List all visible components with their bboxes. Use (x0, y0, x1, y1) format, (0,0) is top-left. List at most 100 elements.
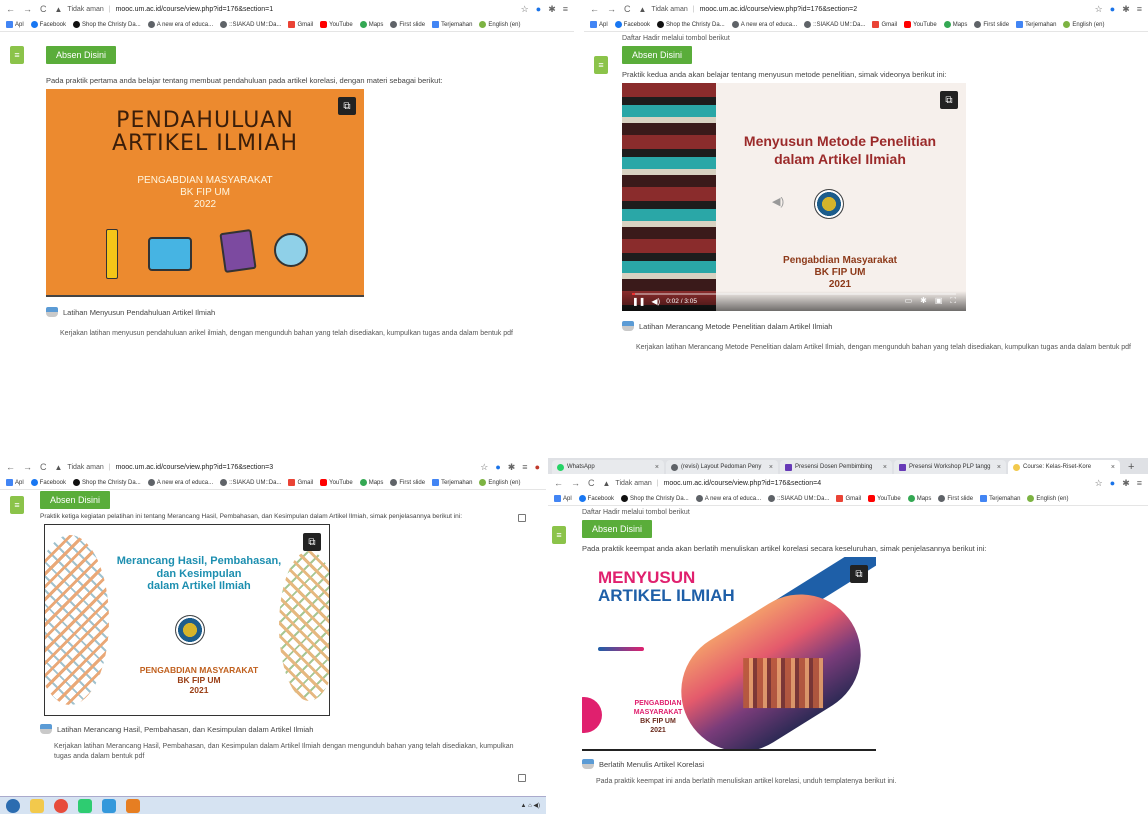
menu-icon[interactable]: ≡ (522, 462, 527, 473)
reload-icon[interactable]: C (624, 4, 631, 14)
star-icon[interactable]: ☆ (480, 462, 488, 473)
new-tab-icon[interactable]: + (1122, 460, 1140, 474)
bookmark-facebook[interactable]: Facebook (30, 479, 66, 486)
slide-image-merancang-hasil[interactable]: Merancang Hasil, Pembahasan, dan Kesimpul… (44, 524, 330, 716)
tab-layout-pedoman[interactable]: (revisi) Layout Pedoman Peny × (666, 460, 778, 474)
word-icon[interactable] (102, 798, 116, 813)
chrome-icon[interactable] (54, 798, 68, 813)
forward-icon[interactable]: → (607, 4, 616, 14)
open-external-icon[interactable]: ⧉ (940, 91, 958, 109)
bookmark-english[interactable]: English (en) (479, 479, 520, 486)
bookmark-facebook[interactable]: Facebook (614, 21, 650, 28)
close-icon[interactable]: × (1111, 464, 1115, 471)
back-icon[interactable]: ← (6, 4, 15, 14)
menu-icon[interactable]: ≡ (563, 4, 568, 15)
bookmark-apps[interactable]: Apl (6, 21, 24, 28)
absen-button[interactable]: Absen Disini (46, 46, 117, 64)
open-external-icon[interactable]: ⧉ (338, 97, 356, 115)
star-icon[interactable]: ☆ (521, 4, 529, 15)
puzzle-icon[interactable]: ✱ (508, 462, 516, 473)
tab-whatsapp[interactable]: WhatsApp × (552, 460, 664, 474)
star-icon[interactable]: ☆ (1095, 478, 1103, 489)
back-icon[interactable]: ← (6, 462, 15, 472)
bookmark-shop[interactable]: Shop the Christy Da... (657, 21, 725, 28)
bookmark-terjemahan[interactable]: Terjemahan (980, 495, 1020, 502)
bookmark-terjemahan[interactable]: Terjemahan (432, 479, 472, 486)
bookmark-terjemahan[interactable]: Terjemahan (1016, 21, 1056, 28)
bookmark-shop[interactable]: Shop the Christy Da... (73, 479, 141, 486)
bookmark-apps[interactable]: Apl (590, 21, 608, 28)
forward-icon[interactable]: → (571, 478, 580, 488)
activity-link[interactable]: Berlatih Menulis Artikel Korelasi (582, 759, 1148, 769)
reload-icon[interactable]: C (40, 462, 47, 472)
tab-presensi-dosen[interactable]: Presensi Dosen Pembimbing × (780, 460, 892, 474)
address-bar[interactable]: ▲ Tidak aman | mooc.um.ac.id/course/view… (603, 479, 1087, 488)
powerpoint-icon[interactable] (126, 798, 140, 813)
bookmark-siakad[interactable]: ::SIAKAD UM::Da... (220, 479, 281, 486)
bookmark-maps[interactable]: Maps (943, 21, 967, 28)
bookmark-new-era[interactable]: A new era of educa... (147, 479, 213, 486)
fullscreen-icon[interactable]: ⛶ (950, 296, 956, 306)
reload-icon[interactable]: C (588, 478, 595, 488)
extension-icon[interactable]: ● (1110, 4, 1115, 15)
close-icon[interactable]: × (769, 464, 773, 471)
bookmark-gmail[interactable]: Gmail (288, 479, 313, 486)
extension-icon[interactable]: ● (536, 4, 541, 15)
forward-icon[interactable]: → (23, 462, 32, 472)
star-icon[interactable]: ☆ (1095, 4, 1103, 15)
bookmark-english[interactable]: English (en) (1027, 495, 1068, 502)
bookmark-facebook[interactable]: Facebook (578, 495, 614, 502)
back-icon[interactable]: ← (554, 478, 563, 488)
bookmark-youtube[interactable]: YouTube (904, 21, 937, 28)
close-icon[interactable]: × (883, 464, 887, 471)
puzzle-icon[interactable]: ✱ (1122, 4, 1130, 15)
bookmark-apps[interactable]: Apl (6, 479, 24, 486)
bookmark-english[interactable]: English (en) (1063, 21, 1104, 28)
address-bar[interactable]: ▲ Tidak aman | mooc.um.ac.id/course/view… (55, 463, 473, 472)
bookmark-facebook[interactable]: Facebook (30, 21, 66, 28)
bookmark-gmail[interactable]: Gmail (872, 21, 897, 28)
completion-checkbox[interactable] (518, 514, 526, 522)
volume-icon[interactable]: ◀) (651, 297, 660, 306)
open-external-icon[interactable]: ⧉ (850, 565, 868, 583)
tab-course-kelas-riset[interactable]: Course: Kelas-Riset-Kore × (1008, 460, 1120, 474)
puzzle-icon[interactable]: ✱ (548, 4, 556, 15)
back-icon[interactable]: ← (590, 4, 599, 14)
absen-button[interactable]: Absen Disini (582, 520, 653, 538)
captions-icon[interactable]: ▭ (905, 296, 913, 306)
bookmark-siakad[interactable]: ::SIAKAD UM::Da... (804, 21, 865, 28)
bookmark-first-slide[interactable]: First slide (938, 495, 973, 502)
bookmark-terjemahan[interactable]: Terjemahan (432, 21, 472, 28)
close-icon[interactable]: × (997, 464, 1001, 471)
file-explorer-icon[interactable] (30, 798, 44, 813)
bookmark-first-slide[interactable]: First slide (390, 479, 425, 486)
completion-checkbox[interactable] (518, 774, 526, 782)
bookmark-siakad[interactable]: ::SIAKAD UM::Da... (220, 21, 281, 28)
activity-link[interactable]: Latihan Merancang Hasil, Pembahasan, dan… (40, 724, 546, 734)
menu-icon[interactable]: ≡ (1137, 4, 1142, 15)
start-icon[interactable] (6, 798, 20, 813)
video-player[interactable]: Menyusun Metode Penelitian dalam Artikel … (622, 83, 966, 311)
address-bar[interactable]: ▲ Tidak aman | mooc.um.ac.id/course/view… (55, 5, 513, 14)
menu-icon[interactable]: ≡ (1137, 478, 1142, 489)
bookmark-gmail[interactable]: Gmail (836, 495, 861, 502)
bookmark-maps[interactable]: Maps (359, 21, 383, 28)
activity-link[interactable]: Latihan Merancang Metode Penelitian dala… (622, 321, 1148, 331)
miniplayer-icon[interactable]: ▣ (935, 296, 943, 306)
bookmark-new-era[interactable]: A new era of educa... (695, 495, 761, 502)
extension-icon[interactable]: ● (495, 462, 500, 473)
absen-button[interactable]: Absen Disini (40, 491, 111, 509)
close-icon[interactable]: × (655, 464, 659, 471)
address-bar[interactable]: ▲ Tidak aman | mooc.um.ac.id/course/view… (639, 5, 1087, 14)
bookmark-maps[interactable]: Maps (359, 479, 383, 486)
slide-image-pendahuluan[interactable]: PENDAHULUAN ARTIKEL ILMIAH PENGABDIAN MAS… (46, 89, 364, 297)
absen-button[interactable]: Absen Disini (622, 46, 693, 64)
slide-image-menyusun-artikel[interactable]: MENYUSUN ARTIKEL ILMIAH PENGABDIAN MASYAR… (582, 557, 876, 751)
bookmark-new-era[interactable]: A new era of educa... (731, 21, 797, 28)
bookmark-apps[interactable]: Apl (554, 495, 572, 502)
bookmark-youtube[interactable]: YouTube (868, 495, 901, 502)
bookmark-english[interactable]: English (en) (479, 21, 520, 28)
bookmark-shop[interactable]: Shop the Christy Da... (73, 21, 141, 28)
tab-presensi-workshop[interactable]: Presensi Workshop PLP tangg × (894, 460, 1006, 474)
open-external-icon[interactable]: ⧉ (303, 533, 321, 551)
